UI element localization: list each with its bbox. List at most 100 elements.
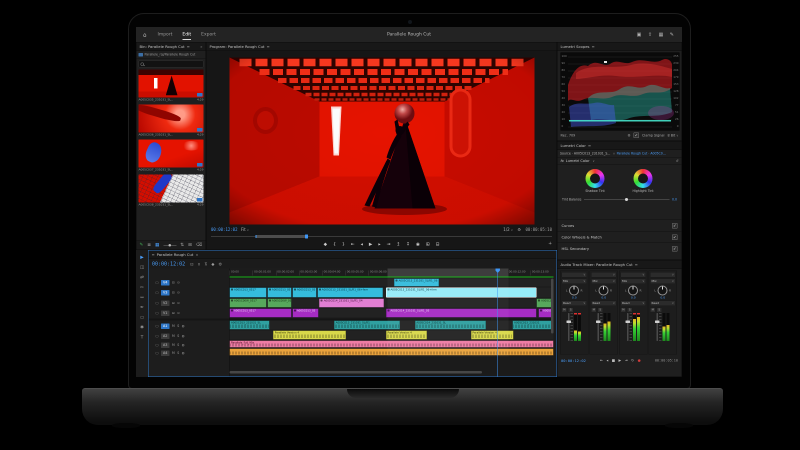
output-assign-dropdown[interactable]: ∨	[562, 272, 588, 278]
track-header-v1[interactable]: ▢V1⊟⊙	[149, 309, 230, 318]
volume-fader[interactable]	[656, 313, 658, 341]
sync-lock-icon[interactable]: ⊟	[172, 281, 175, 285]
step-forward-icon[interactable]: ▸	[378, 242, 380, 247]
sort-icon[interactable]: ⇅	[180, 243, 184, 248]
settings-wrench-icon[interactable]: ⚙	[517, 227, 521, 232]
mute-button[interactable]: M	[621, 308, 627, 313]
volume-fader[interactable]	[597, 313, 599, 341]
bin-breadcrumb[interactable]: Parallele_roj/Parallele Rough Cut	[137, 51, 206, 59]
timeline-clip[interactable]: A005C013_05	[267, 288, 291, 298]
toggle-track-output-icon[interactable]: ⊙	[177, 301, 180, 305]
toggle-track-output-icon[interactable]: ⊙	[177, 311, 180, 315]
timeline-playhead[interactable]	[497, 269, 498, 377]
track-target-button[interactable]: V3	[161, 290, 170, 296]
app-tab-export[interactable]: Export	[201, 29, 216, 40]
slip-tool[interactable]: ↔	[140, 295, 144, 300]
nested-sequence-icon[interactable]: ⊡	[190, 262, 193, 267]
pan-knob[interactable]	[599, 286, 609, 296]
zoom-level-dropdown[interactable]: Fit∨	[241, 227, 249, 232]
hand-tool[interactable]: ✱	[140, 325, 144, 330]
timeline-clip[interactable]: Parallele Version 4	[273, 331, 346, 340]
rectangle-tool[interactable]: ▭	[140, 315, 144, 320]
section-checkbox[interactable]: ✓	[672, 223, 678, 229]
linked-selection-icon[interactable]: ⊼	[204, 262, 207, 267]
track-target-button[interactable]: V4	[161, 280, 170, 286]
timeline-clip[interactable]: A005C014_231031_SL/R1_04	[319, 299, 384, 308]
edit-workspace-icon[interactable]: ✎	[670, 32, 674, 38]
panel-menu-icon[interactable]: ≡	[588, 143, 591, 148]
workspaces-icon[interactable]: ▣	[637, 32, 642, 38]
record-icon[interactable]: ●	[638, 359, 641, 363]
panel-menu-icon[interactable]: ≡	[591, 44, 594, 49]
lumetri-effect-row[interactable]: fx Lumetri Color ∨ ↺	[558, 158, 682, 166]
voice-over-record-icon[interactable]: ◍	[182, 343, 185, 347]
lift-icon[interactable]: ↥	[396, 242, 400, 247]
monitor-scrollbar[interactable]	[211, 235, 552, 239]
automation-dropdown[interactable]: Read∨	[562, 301, 588, 307]
track-target-button[interactable]: A1	[161, 323, 170, 329]
track-header-a1[interactable]: ▢A1MS◍	[149, 322, 230, 331]
mixer-timecode[interactable]: 00:00:12:02	[561, 358, 586, 363]
bus-dropdown[interactable]: Mix∨	[650, 279, 676, 285]
lumetri-section-0[interactable]: Curves✓	[558, 220, 682, 232]
go-to-in-icon[interactable]: ⇤	[351, 242, 355, 247]
color-wheel[interactable]	[586, 169, 605, 188]
output-assign-dropdown[interactable]: ∨	[591, 272, 617, 278]
solo-track-icon[interactable]: S	[177, 334, 179, 338]
volume-fader[interactable]	[627, 313, 629, 341]
toggle-track-output-icon[interactable]: ⊙	[177, 291, 180, 295]
lumetri-source-row[interactable]: Source · A005C013_231031_S... ∨ Parallel…	[558, 150, 682, 158]
scope-wrench-icon[interactable]: ⚙	[628, 133, 631, 137]
mixer-tab[interactable]: Audio Track Mixer: Parallele Rough Cut ≡	[558, 261, 682, 270]
thumbnail-view-icon[interactable]: ▦	[155, 243, 159, 248]
track-target-button[interactable]: V2	[161, 300, 170, 306]
bin-search-input[interactable]	[139, 61, 204, 68]
writable-bin-icon[interactable]: ✎	[140, 243, 144, 248]
progress-dashboard-icon[interactable]: ▦	[659, 32, 664, 38]
lumetri-section-2[interactable]: HSL Secondary✓	[558, 243, 682, 255]
bus-dropdown[interactable]: Mix∨	[621, 279, 647, 285]
clip-thumbnail[interactable]	[139, 70, 204, 98]
app-tab-edit[interactable]: Edit	[182, 29, 191, 40]
panel-menu-icon[interactable]: ≡	[266, 44, 269, 49]
app-tab-import[interactable]: Import	[157, 29, 172, 40]
output-assign-dropdown[interactable]: ∨	[650, 272, 676, 278]
timeline-clip[interactable]: A005C013_0517	[230, 309, 292, 318]
comparison-view-icon[interactable]: ⊞	[426, 242, 430, 247]
pan-knob[interactable]	[569, 286, 579, 296]
volume-fader[interactable]	[568, 313, 570, 341]
sync-lock-icon[interactable]: ⊟	[172, 311, 175, 315]
scrollbar-playhead[interactable]	[305, 235, 308, 239]
colorspace-dropdown[interactable]: Rec. 709	[561, 133, 576, 137]
panel-menu-icon[interactable]: ≡	[635, 262, 638, 267]
bus-dropdown[interactable]: Mix∨	[591, 279, 617, 285]
track-header-v2[interactable]: ▢V2⊟⊙	[149, 299, 230, 308]
mute-button[interactable]: M	[650, 308, 656, 313]
mark-in-icon[interactable]: {	[333, 242, 336, 247]
step-back-icon[interactable]: ◂	[606, 359, 608, 363]
button-editor-plus-icon[interactable]: +	[548, 241, 552, 246]
timeline-clip[interactable]: A005C013_231031_SL/R1_06+fxm	[317, 288, 383, 298]
section-checkbox[interactable]: ✓	[672, 246, 678, 252]
bin-clip-item[interactable]: A005C036_231031_SL..4:29	[139, 105, 204, 137]
track-header-a4[interactable]: ▢A4MS◍	[149, 350, 230, 357]
lumetri-tab[interactable]: Lumetri Color ≡	[558, 142, 682, 151]
program-video-frame[interactable]	[230, 58, 535, 225]
pan-knob[interactable]	[658, 286, 668, 296]
solo-track-icon[interactable]: S	[177, 351, 179, 355]
lumetri-section-1[interactable]: Color Wheels & Match✓	[558, 231, 682, 243]
lock-icon[interactable]: ▢	[156, 281, 159, 285]
add-marker-icon[interactable]: ◆	[324, 242, 327, 247]
voice-over-record-icon[interactable]: ◍	[182, 351, 185, 355]
track-lanes[interactable]: 00:0000:00:01:0000:00:02:0000:00:03:0000…	[230, 269, 554, 377]
go-to-out-icon[interactable]: ⇥	[387, 242, 391, 247]
track-target-button[interactable]: A3	[161, 342, 170, 348]
horizontal-scrollbar[interactable]	[230, 371, 483, 374]
reset-icon[interactable]: ↺	[676, 159, 679, 163]
automation-dropdown[interactable]: Read∨	[650, 301, 676, 307]
playback-resolution-dropdown[interactable]: 1/2∨	[503, 227, 513, 232]
tint-balance-slider[interactable]	[584, 200, 670, 201]
multi-camera-icon[interactable]: ⊟	[436, 242, 440, 247]
track-header-v3[interactable]: ▢V3⊟⊙	[149, 288, 230, 298]
type-tool[interactable]: T	[141, 335, 144, 340]
